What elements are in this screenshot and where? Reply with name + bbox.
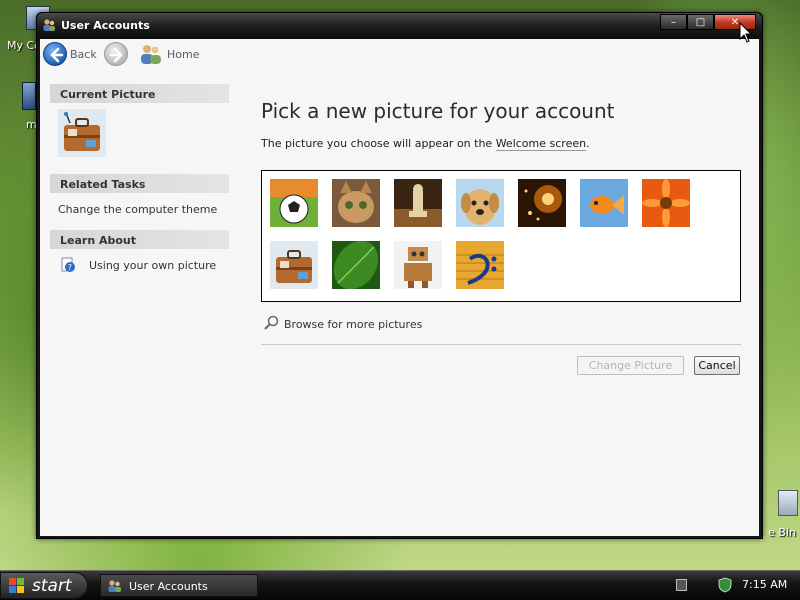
svg-text:?: ? xyxy=(68,263,72,272)
page-title: Pick a new picture for your account xyxy=(261,99,615,123)
picture-soccer-ball[interactable] xyxy=(270,179,318,227)
start-label: start xyxy=(32,576,72,596)
navigation-bar: Back Home xyxy=(40,39,759,71)
window-client-area: Back Home Current Picture Related Tasks … xyxy=(40,39,759,536)
desktop-icon-label: e Bin xyxy=(768,526,796,539)
home-users-icon[interactable] xyxy=(139,43,163,65)
using-own-picture-link[interactable]: Using your own picture xyxy=(81,259,216,272)
picture-dog[interactable] xyxy=(456,179,504,227)
picture-kitten[interactable] xyxy=(332,179,380,227)
taskbar-item-user-accounts[interactable]: User Accounts xyxy=(100,574,258,597)
picture-leaf[interactable] xyxy=(332,241,380,289)
taskbar: start User Accounts 7:15 AM xyxy=(0,570,800,600)
forward-button[interactable] xyxy=(104,42,128,66)
maximize-button[interactable]: □ xyxy=(687,14,714,30)
arrow-left-icon xyxy=(50,47,64,63)
change-picture-button[interactable]: Change Picture xyxy=(577,356,684,375)
title-bar[interactable]: User Accounts – □ ✕ xyxy=(37,13,762,39)
side-panel: Current Picture Related Tasks Change the… xyxy=(50,84,229,275)
learn-about-item[interactable]: ? Using your own picture xyxy=(50,257,229,275)
security-shield-icon[interactable] xyxy=(718,577,732,593)
separator xyxy=(261,344,741,345)
start-button[interactable]: start xyxy=(0,572,88,599)
minimize-button[interactable]: – xyxy=(660,14,687,30)
taskbar-item-label: User Accounts xyxy=(129,580,208,593)
current-picture-heading: Current Picture xyxy=(50,84,229,103)
browse-pictures-link[interactable]: Browse for more pictures xyxy=(284,318,422,331)
learn-about-heading: Learn About xyxy=(50,230,229,249)
picture-gallery xyxy=(261,170,741,302)
picture-sparkles[interactable] xyxy=(518,179,566,227)
help-document-icon: ? xyxy=(61,257,75,272)
magnifier-icon[interactable] xyxy=(263,315,279,331)
change-theme-link[interactable]: Change the computer theme xyxy=(50,203,229,216)
minimize-icon: – xyxy=(671,16,676,28)
back-label[interactable]: Back xyxy=(70,48,97,61)
picture-flower[interactable] xyxy=(642,179,690,227)
related-tasks-heading: Related Tasks xyxy=(50,174,229,193)
clock[interactable]: 7:15 AM xyxy=(742,578,787,591)
picture-chess[interactable] xyxy=(394,179,442,227)
close-icon: ✕ xyxy=(730,16,740,28)
back-button[interactable] xyxy=(43,42,67,66)
arrow-right-icon xyxy=(109,47,123,63)
description-text: The picture you choose will appear on th… xyxy=(261,137,496,150)
picture-music-clef[interactable] xyxy=(456,241,504,289)
desktop-icon-media[interactable]: m xyxy=(22,82,37,131)
description-end: . xyxy=(586,137,590,150)
users-icon xyxy=(108,580,121,592)
picture-suitcase[interactable] xyxy=(270,241,318,289)
picture-goldfish[interactable] xyxy=(580,179,628,227)
recycle-bin-icon xyxy=(778,490,798,516)
welcome-screen-link[interactable]: Welcome screen xyxy=(495,137,587,151)
picture-robot[interactable] xyxy=(394,241,442,289)
cancel-button[interactable]: Cancel xyxy=(694,356,740,375)
current-picture-suitcase xyxy=(58,109,106,157)
desktop-icon-recycle-bin[interactable]: e Bin xyxy=(764,490,798,539)
users-icon xyxy=(43,19,55,31)
user-accounts-window: User Accounts – □ ✕ Back Home Current Pi… xyxy=(36,12,763,539)
maximize-icon: □ xyxy=(695,16,706,28)
windows-logo-icon xyxy=(9,578,24,593)
mouse-cursor-icon xyxy=(739,22,753,43)
media-icon xyxy=(22,82,36,110)
page-description: The picture you choose will appear on th… xyxy=(261,137,590,151)
keyboard-icon[interactable] xyxy=(676,579,687,591)
window-title: User Accounts xyxy=(61,19,150,32)
home-link[interactable]: Home xyxy=(167,48,199,61)
